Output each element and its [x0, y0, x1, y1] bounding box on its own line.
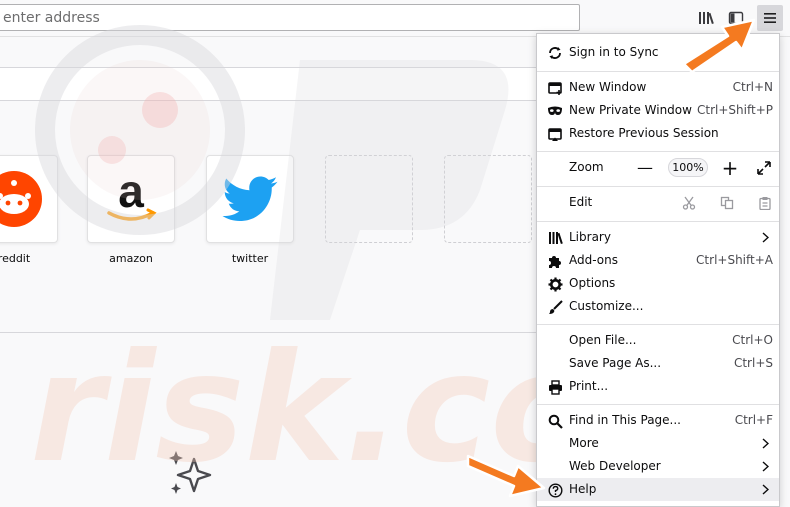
- menu-item-find-in-page[interactable]: Find in This Page... Ctrl+F: [537, 409, 779, 432]
- amazon-icon: a: [107, 167, 157, 221]
- paste-button[interactable]: [755, 191, 775, 214]
- top-site-label-twitter: twitter: [231, 252, 269, 265]
- help-icon: [547, 482, 563, 498]
- fullscreen-icon: [757, 160, 771, 175]
- chevron-right-icon: [759, 459, 771, 474]
- sidebar-button[interactable]: [723, 5, 749, 31]
- printer-icon: [547, 379, 563, 395]
- menu-label: New Private Window: [569, 103, 692, 117]
- menu-item-sign-in-sync[interactable]: Sign in to Sync: [537, 41, 779, 64]
- library-icon: [699, 12, 714, 25]
- page-search-box[interactable]: [0, 67, 560, 101]
- menu-item-help[interactable]: Help: [537, 478, 779, 501]
- chevron-right-icon: [759, 230, 771, 245]
- scissors-icon: [682, 196, 696, 210]
- hamburger-icon: [764, 13, 776, 23]
- menu-separator: [537, 324, 779, 325]
- menu-item-customize[interactable]: Customize...: [537, 295, 779, 318]
- menu-item-web-developer[interactable]: Web Developer: [537, 455, 779, 478]
- menu-separator: [537, 151, 779, 152]
- menu-label: New Window: [569, 80, 647, 94]
- top-site-tile-empty[interactable]: [444, 155, 532, 243]
- menu-label: Zoom: [569, 160, 604, 174]
- search-icon: [547, 413, 563, 429]
- menu-item-more[interactable]: More: [537, 432, 779, 455]
- twitter-icon: [222, 176, 278, 221]
- menu-item-restore-session[interactable]: Restore Previous Session: [537, 122, 779, 145]
- copy-icon: [720, 196, 734, 209]
- menu-label: Help: [569, 482, 597, 496]
- menu-label: Sign in to Sync: [569, 45, 659, 59]
- cut-button[interactable]: [679, 191, 699, 214]
- top-site-tile-twitter[interactable]: [206, 155, 294, 243]
- private-mask-icon: [547, 103, 563, 119]
- menu-label: Customize...: [569, 299, 644, 313]
- menu-item-zoom: Zoom — 100% +: [537, 156, 779, 180]
- address-input[interactable]: [0, 5, 579, 30]
- top-site-label-reddit: reddit: [0, 252, 31, 265]
- menu-shortcut: Ctrl+F: [734, 413, 773, 427]
- menu-item-library[interactable]: Library: [537, 226, 779, 249]
- menu-item-edit: Edit: [537, 191, 779, 214]
- navigation-toolbar: [0, 0, 790, 37]
- menu-label: Library: [569, 230, 611, 244]
- library-button[interactable]: [693, 5, 719, 31]
- menu-label: More: [569, 436, 599, 450]
- app-menu-panel: Sign in to Sync New Window Ctrl+N New Pr…: [536, 33, 780, 507]
- menu-label: Find in This Page...: [569, 413, 681, 427]
- zoom-in-button[interactable]: +: [720, 156, 740, 180]
- copy-button[interactable]: [717, 191, 737, 214]
- menu-item-new-window[interactable]: New Window Ctrl+N: [537, 76, 779, 99]
- restore-session-icon: [547, 126, 563, 142]
- sync-icon: [547, 45, 563, 61]
- new-window-icon: [547, 80, 563, 96]
- top-site-tile-empty[interactable]: [325, 155, 413, 243]
- reddit-icon: [0, 171, 42, 227]
- top-site-tile-reddit[interactable]: [0, 155, 58, 243]
- menu-shortcut: Ctrl+N: [732, 80, 773, 94]
- menu-item-options[interactable]: Options: [537, 272, 779, 295]
- puzzle-piece-icon: [547, 253, 563, 269]
- clipboard-icon: [759, 196, 771, 210]
- menu-label: Edit: [569, 195, 593, 209]
- menu-label: Web Developer: [569, 459, 661, 473]
- open-menu-button[interactable]: [757, 5, 783, 31]
- sidebar-icon: [728, 11, 744, 25]
- menu-shortcut: Ctrl+Shift+P: [697, 103, 773, 117]
- menu-shortcut: Ctrl+S: [733, 356, 773, 370]
- menu-label: Print...: [569, 379, 609, 393]
- menu-item-new-private-window[interactable]: New Private Window Ctrl+Shift+P: [537, 99, 779, 122]
- chevron-right-icon: [759, 482, 771, 497]
- zoom-reset-button[interactable]: 100%: [668, 158, 708, 177]
- menu-label: Save Page As...: [569, 356, 662, 370]
- menu-separator: [537, 186, 779, 187]
- menu-item-print[interactable]: Print...: [537, 375, 779, 398]
- sparkle-icon: [169, 451, 212, 494]
- menu-label: Options: [569, 276, 616, 290]
- menu-separator: [537, 404, 779, 405]
- menu-label: Open File...: [569, 333, 637, 347]
- menu-label: Restore Previous Session: [569, 126, 719, 140]
- zoom-out-button[interactable]: —: [635, 156, 655, 179]
- menu-shortcut: Ctrl+O: [732, 333, 773, 347]
- gear-icon: [547, 276, 563, 292]
- top-site-tile-amazon[interactable]: a: [87, 155, 175, 243]
- menu-separator: [537, 71, 779, 72]
- menu-shortcut: Ctrl+Shift+A: [696, 253, 773, 267]
- paintbrush-icon: [547, 299, 563, 315]
- menu-label: Add-ons: [569, 253, 618, 267]
- menu-item-addons[interactable]: Add-ons Ctrl+Shift+A: [537, 249, 779, 272]
- menu-item-open-file[interactable]: Open File... Ctrl+O: [537, 329, 779, 352]
- top-site-label-amazon: amazon: [109, 252, 153, 265]
- library-icon: [547, 230, 563, 246]
- address-bar[interactable]: [0, 4, 580, 31]
- fullscreen-button[interactable]: [755, 156, 773, 179]
- menu-item-save-page[interactable]: Save Page As... Ctrl+S: [537, 352, 779, 375]
- menu-separator: [537, 221, 779, 222]
- svg-text:a: a: [118, 167, 144, 217]
- chevron-right-icon: [759, 436, 771, 451]
